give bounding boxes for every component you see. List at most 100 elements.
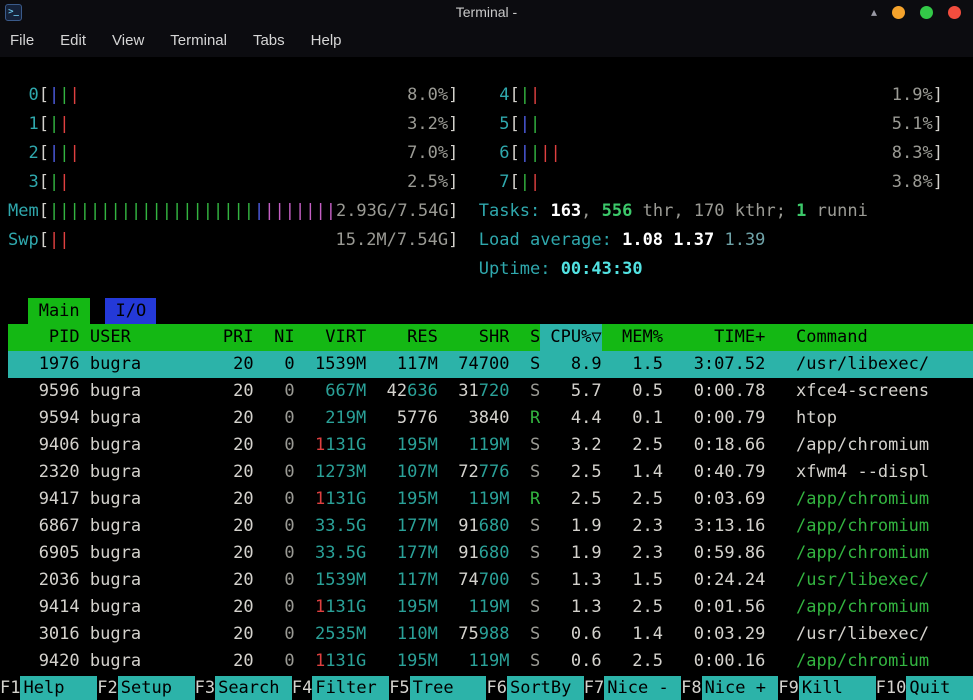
swap-meter-label: Swp <box>8 230 39 250</box>
meter-bar: | <box>130 201 142 221</box>
cell-text: 3840 <box>468 408 510 428</box>
cell-text: bugra <box>89 354 142 374</box>
cell-time: 0:03.29 <box>663 621 766 648</box>
cell-mem: 2.5 <box>602 486 663 513</box>
cell-text: 3016 <box>38 624 80 644</box>
bracket-open: [ <box>38 85 49 105</box>
cpu-meter-7: 7[|| 3.8%] <box>479 168 943 197</box>
cell-ni: 0 <box>254 378 294 405</box>
bracket-open: [ <box>38 114 49 134</box>
terminal-content: F1 Help F2 Setup F3 Search F4 Filter F5 Tree F6 Sor… <box>0 57 973 700</box>
process-row-9417[interactable]: 9417 bugra 20 0 1131G 195M 119M R 2.5 2.5 0:03.69 /… <box>8 486 973 513</box>
title-bar[interactable]: >_ Terminal - ▴ <box>0 0 973 24</box>
cell-shr: 75988 <box>438 621 510 648</box>
meter-bar: | <box>305 201 316 221</box>
fkey-f4[interactable]: F4 Filter <box>292 676 390 700</box>
maximize-button[interactable] <box>920 5 933 19</box>
column-header-cpu[interactable]: CPU%▽ <box>540 324 602 351</box>
process-row-1976[interactable]: 1976 bugra 20 0 1539M 117M 74700 S 8.9 1.5 3:07.52… <box>8 351 973 378</box>
cell-text: 0.6 <box>570 651 602 671</box>
menu-item-terminal[interactable]: Terminal <box>170 32 227 49</box>
process-row-6905[interactable]: 6905 bugra 20 0 33.5G 177M 91680 S 1.9 2.3 0:59.86… <box>8 540 973 567</box>
fkey-f1[interactable]: F1 Help <box>0 676 98 700</box>
cpu-meter-6-bars: |||| <box>520 139 561 168</box>
fkey-f6[interactable]: F6 SortBy <box>486 676 584 700</box>
cell-virt: 1131G <box>295 486 366 513</box>
menu-item-tabs[interactable]: Tabs <box>253 32 285 49</box>
cell-pri: 20 <box>202 432 253 459</box>
cell-text: 1.5 <box>632 570 663 590</box>
process-row-2036[interactable]: 2036 bugra 20 0 1539M 117M 74700 S 1.3 1.5 0:24.24… <box>8 567 973 594</box>
cell-text: /app/chromium <box>796 543 930 563</box>
column-header-res[interactable]: RES <box>366 324 438 351</box>
cell-virt: 1131G <box>295 648 366 675</box>
process-row-3016[interactable]: 3016 bugra 20 0 2535M 110M 75988 S 0.6 1.4 0:03.29… <box>8 621 973 648</box>
cell-user: bugra <box>80 648 203 675</box>
column-header-s[interactable]: S <box>509 324 540 351</box>
text-segment: 170 <box>693 201 725 221</box>
fkey-f10[interactable]: F10 Quit <box>876 676 973 700</box>
fkey-number: F3 <box>194 678 216 698</box>
cell-text: 988 <box>478 624 510 644</box>
meter-bar: | <box>69 201 80 221</box>
cell-text: 720 <box>478 381 510 401</box>
cell-text: 33.5G <box>315 516 367 536</box>
column-header-time[interactable]: TIME+ <box>663 324 765 351</box>
column-header-ni[interactable]: NI <box>254 324 294 351</box>
menu-item-file[interactable]: File <box>10 32 34 49</box>
menu-item-edit[interactable]: Edit <box>60 32 86 49</box>
cell-text: /app/chromium <box>796 489 930 509</box>
fkey-f5[interactable]: F5 Tree <box>389 676 487 700</box>
cell-pri: 20 <box>202 378 253 405</box>
minimize-button[interactable] <box>892 5 905 19</box>
column-header-user[interactable]: USER <box>80 324 203 351</box>
process-row-6867[interactable]: 6867 bugra 20 0 33.5G 177M 91680 S 1.9 2.3 3:13.16… <box>8 513 973 540</box>
fkey-f9[interactable]: F9 Kill <box>778 676 876 700</box>
fkey-label: Tree <box>409 676 487 700</box>
cell-text: bugra <box>89 489 142 509</box>
process-row-2320[interactable]: 2320 bugra 20 0 1273M 107M 72776 S 2.5 1.4 0:40.79… <box>8 459 973 486</box>
fkey-f8[interactable]: F8 Nice + <box>681 676 779 700</box>
menu-item-view[interactable]: View <box>112 32 144 49</box>
column-header-shr[interactable]: SHR <box>438 324 510 351</box>
column-header-virt[interactable]: VIRT <box>295 324 366 351</box>
process-row-9406[interactable]: 9406 bugra 20 0 1131G 195M 119M S 3.2 2.5 0:18.66 /… <box>8 432 973 459</box>
close-button[interactable] <box>948 5 961 19</box>
column-header-cmd[interactable]: Command <box>765 324 973 351</box>
cell-pri: 20 <box>202 594 253 621</box>
meter-bar: | <box>59 85 70 105</box>
fkey-f7[interactable]: F7 Nice - <box>584 676 682 700</box>
cell-mem: 2.5 <box>602 432 663 459</box>
bracket-close: ] <box>448 172 459 192</box>
process-row-9596[interactable]: 9596 bugra 20 0 667M 42636 31720 S 5.7 0.5 0:00.78… <box>8 378 973 405</box>
cell-res: 195M <box>366 594 438 621</box>
process-row-9420[interactable]: 9420 bugra 20 0 1131G 195M 119M S 0.6 2.5 0:00.16 /… <box>8 648 973 675</box>
cell-text: 1 <box>315 651 326 671</box>
process-row-9594[interactable]: 9594 bugra 20 0 219M 5776 3840 R 4.4 0.1 0:00.79 ht… <box>8 405 973 432</box>
menu-bar: File Edit View Terminal Tabs Help <box>0 24 973 57</box>
column-header-pri[interactable]: PRI <box>202 324 254 351</box>
column-header-mem[interactable]: MEM% <box>602 324 663 351</box>
column-header-pid[interactable]: PID <box>8 324 80 351</box>
tab-io[interactable]: I/O <box>105 298 157 324</box>
cell-user: bugra <box>80 432 203 459</box>
fkey-f2[interactable]: F2 Setup <box>97 676 195 700</box>
cell-text: 1539M <box>315 570 367 590</box>
cell-text: 0 <box>284 462 295 482</box>
cell-text: 1.9 <box>570 516 602 536</box>
cell-text: 680 <box>478 543 510 563</box>
cell-shr: 119M <box>438 432 510 459</box>
cell-virt: 1539M <box>295 351 366 378</box>
function-key-bar: F1 Help F2 Setup F3 Search F4 Filter F5 Tree F6 Sor… <box>0 676 973 700</box>
cpu-meter-3-value: 2.5% <box>407 172 449 192</box>
fkey-f3[interactable]: F3 Search <box>195 676 292 700</box>
cell-s: S <box>509 378 540 405</box>
process-row-9414[interactable]: 9414 bugra 20 0 1131G 195M 119M S 1.3 2.5 0:01.56 /… <box>8 594 973 621</box>
cell-text: 20 <box>233 624 254 644</box>
meter-bar: | <box>69 143 80 163</box>
shade-button[interactable]: ▴ <box>871 5 877 19</box>
cell-text: 20 <box>233 543 254 563</box>
cell-text: /app/chromium <box>796 651 930 671</box>
menu-item-help[interactable]: Help <box>311 32 342 49</box>
tab-main[interactable]: Main <box>28 298 90 324</box>
